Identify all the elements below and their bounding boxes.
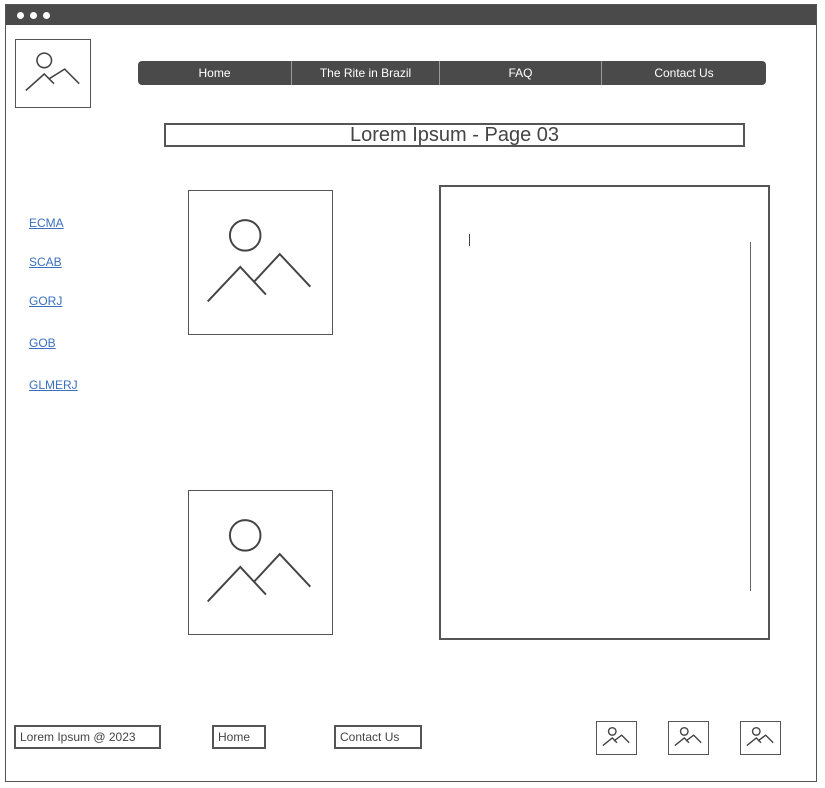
sidebar-link-glmerj[interactable]: GLMERJ bbox=[29, 378, 78, 392]
title-bar bbox=[6, 5, 816, 25]
sidebar-link-gorj[interactable]: GORJ bbox=[29, 294, 62, 308]
logo-image[interactable] bbox=[15, 39, 91, 108]
nav-item-contact-us[interactable]: Contact Us bbox=[601, 61, 766, 85]
image-icon bbox=[207, 519, 312, 603]
sidebar-link-ecma[interactable]: ECMA bbox=[29, 216, 64, 230]
footer-social-icon[interactable] bbox=[596, 721, 637, 755]
window-dot-icon[interactable] bbox=[30, 12, 37, 19]
footer-social-icon[interactable] bbox=[668, 721, 709, 755]
window-dot-icon[interactable] bbox=[17, 12, 24, 19]
image-icon bbox=[207, 219, 312, 303]
content-image bbox=[188, 490, 333, 635]
window-dot-icon[interactable] bbox=[43, 12, 50, 19]
text-caret bbox=[469, 234, 470, 246]
content-textarea[interactable] bbox=[439, 185, 770, 640]
image-icon bbox=[746, 726, 774, 747]
image-icon bbox=[25, 52, 80, 92]
content-image bbox=[188, 190, 333, 335]
image-icon bbox=[602, 726, 630, 747]
scrollbar[interactable] bbox=[750, 242, 751, 591]
sidebar-link-gob[interactable]: GOB bbox=[29, 336, 56, 350]
nav-item-home[interactable]: Home bbox=[138, 61, 291, 85]
page-title: Lorem Ipsum - Page 03 bbox=[164, 123, 745, 147]
image-icon bbox=[674, 726, 702, 747]
footer-social-icon[interactable] bbox=[740, 721, 781, 755]
footer-copyright: Lorem Ipsum @ 2023 bbox=[14, 725, 161, 749]
main-nav: Home The Rite in Brazil FAQ Contact Us bbox=[138, 61, 766, 85]
nav-item-rite-in-brazil[interactable]: The Rite in Brazil bbox=[291, 61, 439, 85]
footer-contact-button[interactable]: Contact Us bbox=[334, 725, 422, 749]
nav-item-faq[interactable]: FAQ bbox=[439, 61, 601, 85]
sidebar-link-scab[interactable]: SCAB bbox=[29, 255, 62, 269]
footer-home-button[interactable]: Home bbox=[212, 725, 266, 749]
